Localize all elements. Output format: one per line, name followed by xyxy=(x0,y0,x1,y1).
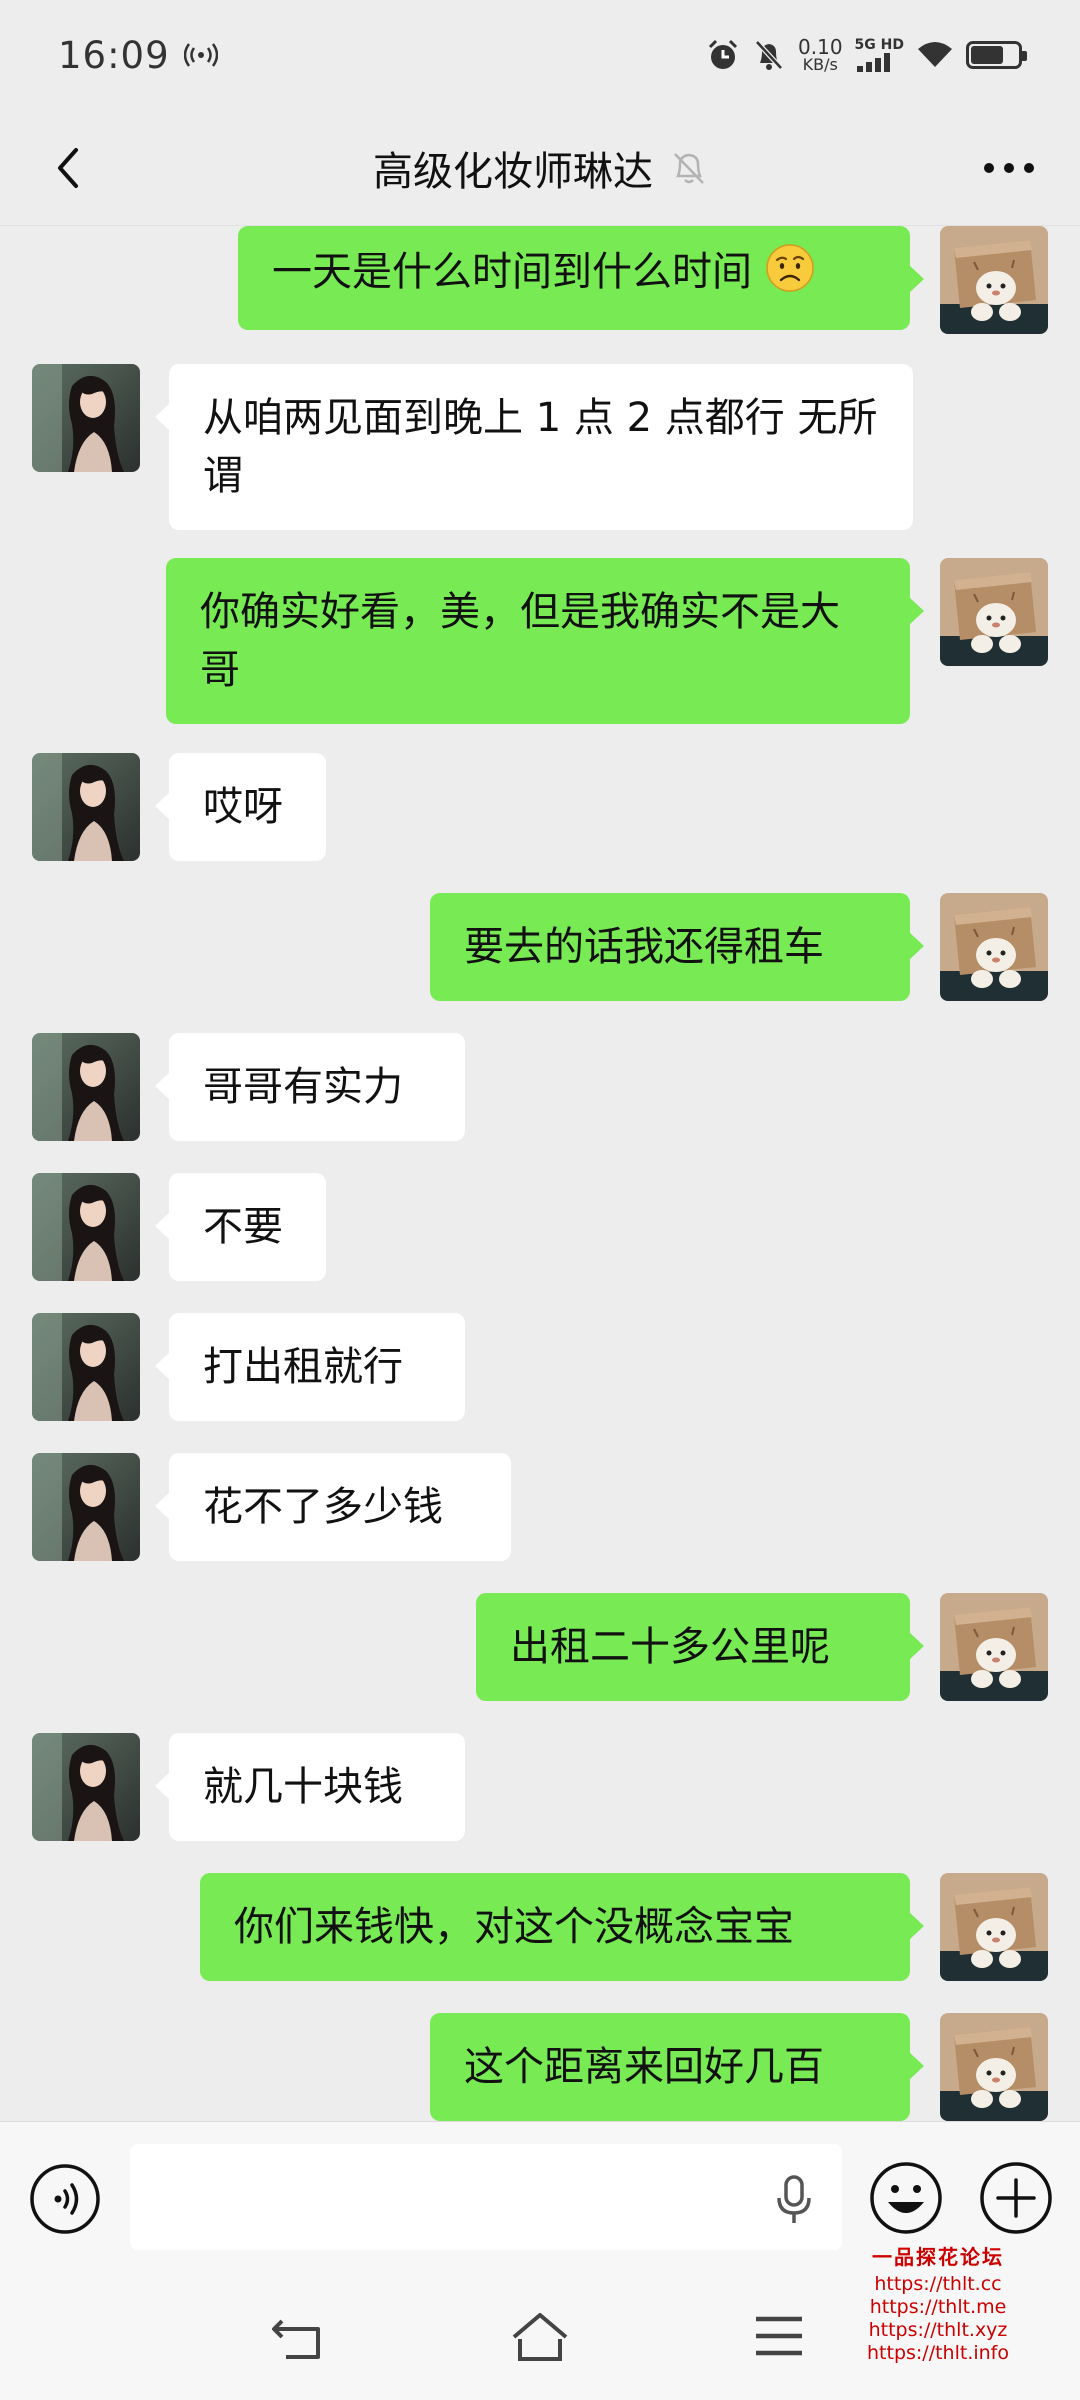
message-text: 哎呀 xyxy=(203,784,283,830)
battery-level xyxy=(971,46,1004,64)
message-bubble[interactable]: 花不了多少钱 xyxy=(155,1453,511,1561)
message-text: 哥哥有实力 xyxy=(203,1064,403,1110)
message-text: 不要 xyxy=(203,1204,283,1250)
watermark-url: https://thlt.xyz xyxy=(868,2319,1008,2341)
system-home-icon[interactable] xyxy=(508,2309,572,2367)
message-text: 就几十块钱 xyxy=(203,1764,403,1810)
message-bubble[interactable]: 从咱两见面到晚上 1 点 2 点都行 无所谓 xyxy=(155,364,913,530)
contact-avatar[interactable] xyxy=(32,1733,140,1841)
system-back-icon[interactable] xyxy=(268,2311,332,2367)
muted-bell-icon xyxy=(674,152,704,184)
contact-avatar[interactable] xyxy=(32,1453,140,1561)
watermark-title: 一品探花论坛 xyxy=(872,2245,1004,2269)
message-bubble[interactable]: 这个距离来回好几百 xyxy=(430,2013,924,2121)
add-more-button[interactable] xyxy=(978,2160,1054,2236)
signal-group: 5G HD xyxy=(855,38,904,72)
contact-avatar[interactable] xyxy=(32,753,140,861)
message-bubble[interactable]: 就几十块钱 xyxy=(155,1733,465,1841)
chat-header: 高级化妆师琳达 xyxy=(0,110,1080,226)
message-text: 要去的话我还得租车 xyxy=(464,924,824,970)
message-bubble[interactable]: 一天是什么时间到什么时间 xyxy=(238,226,924,330)
message-bubble[interactable]: 不要 xyxy=(155,1173,326,1281)
network-speed: 0.10 KB/s xyxy=(798,37,843,73)
alarm-icon xyxy=(708,39,738,69)
battery-icon xyxy=(966,41,1027,69)
hotspot-icon xyxy=(183,43,218,67)
contact-avatar[interactable] xyxy=(32,1173,140,1281)
message-bubble[interactable]: 你们来钱快，对这个没概念宝宝 xyxy=(200,1873,924,1981)
message-bubble[interactable]: 哎呀 xyxy=(155,753,326,861)
message-text: 出租二十多公里呢 xyxy=(510,1624,830,1670)
message-bubble[interactable]: 出租二十多公里呢 xyxy=(476,1593,924,1701)
my-avatar[interactable] xyxy=(940,1873,1048,1981)
message-bubble[interactable]: 要去的话我还得租车 xyxy=(430,893,924,1001)
my-avatar[interactable] xyxy=(940,2013,1048,2121)
status-time: 16:09 xyxy=(58,33,170,77)
message-text: 你确实好看，美，但是我确实不是大哥 xyxy=(200,589,840,693)
my-avatar[interactable] xyxy=(940,558,1048,666)
confused-face-icon xyxy=(765,244,814,292)
back-button[interactable] xyxy=(40,138,100,198)
contact-avatar[interactable] xyxy=(32,1313,140,1421)
emoji-button[interactable] xyxy=(868,2160,944,2236)
message-text: 你们来钱快，对这个没概念宝宝 xyxy=(234,1904,794,1950)
network-type: 5G HD xyxy=(854,37,904,53)
microphone-icon[interactable] xyxy=(772,2174,816,2226)
mute-bell-icon xyxy=(755,40,783,70)
status-icons: 0.10 KB/s 5G HD xyxy=(706,37,1027,73)
message-text: 从咱两见面到晚上 1 点 2 点都行 无所谓 xyxy=(203,395,878,499)
message-text: 一天是什么时间到什么时间 xyxy=(272,249,752,295)
message-bubble[interactable]: 哥哥有实力 xyxy=(155,1033,465,1141)
speed-unit: KB/s xyxy=(802,55,838,74)
message-list[interactable]: 一天是什么时间到什么时间 从咱两见面到晚上 1 点 2 点都行 无所谓 你确实好… xyxy=(0,226,1080,2121)
my-avatar[interactable] xyxy=(940,893,1048,1001)
status-bar: 16:09 0.10 KB/s 5G HD xyxy=(0,0,1080,110)
message-text: 花不了多少钱 xyxy=(203,1484,443,1530)
speed-value: 0.10 xyxy=(798,35,843,59)
wifi-icon xyxy=(918,42,952,67)
chat-title: 高级化妆师琳达 xyxy=(373,148,653,195)
message-bubble[interactable]: 打出租就行 xyxy=(155,1313,465,1421)
message-text: 打出租就行 xyxy=(203,1344,403,1390)
signal-icon xyxy=(856,53,890,72)
message-bubble[interactable]: 你确实好看，美，但是我确实不是大哥 xyxy=(166,558,924,724)
message-input[interactable] xyxy=(130,2144,842,2250)
my-avatar[interactable] xyxy=(940,1593,1048,1701)
watermark-url: https://thlt.info xyxy=(867,2342,1009,2364)
contact-avatar[interactable] xyxy=(32,1033,140,1141)
my-avatar[interactable] xyxy=(940,226,1048,334)
system-menu-icon[interactable] xyxy=(752,2311,806,2361)
watermark: 一品探花论坛 https://thlt.cc https://thlt.me h… xyxy=(858,2246,1018,2365)
watermark-url: https://thlt.cc xyxy=(874,2273,1002,2295)
contact-avatar[interactable] xyxy=(32,364,140,472)
more-options-button[interactable] xyxy=(974,138,1044,198)
title-group: 高级化妆师琳达 xyxy=(373,139,707,197)
voice-mode-button[interactable] xyxy=(28,2162,102,2236)
message-text: 这个距离来回好几百 xyxy=(464,2044,824,2090)
watermark-url: https://thlt.me xyxy=(869,2296,1007,2318)
